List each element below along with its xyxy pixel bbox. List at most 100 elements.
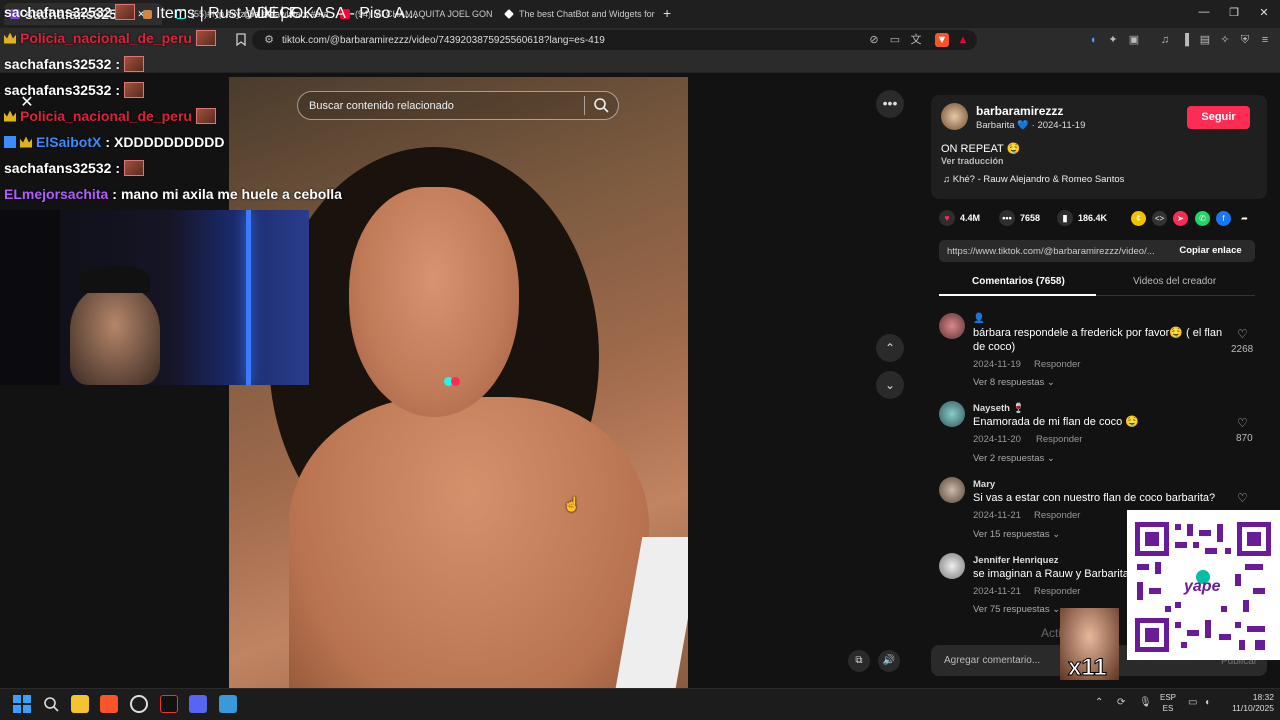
minimize-button[interactable]: — (1196, 6, 1212, 18)
site-settings-icon[interactable]: ⚙ (262, 33, 276, 47)
language-indicator[interactable]: ESP ES (1157, 692, 1179, 714)
reply-button[interactable]: Responder (1036, 434, 1082, 445)
tracking-icon[interactable]: ⊘ (867, 33, 881, 47)
system-clock[interactable]: 18:32 11/10/2025 (1222, 692, 1274, 714)
obs-icon[interactable] (130, 695, 148, 713)
close-window-button[interactable]: ✕ (1256, 6, 1272, 19)
comment-date: 2024-11-21 (973, 510, 1021, 521)
comment-date: 2024-11-21 (973, 586, 1021, 597)
cast-icon[interactable]: ▭ (888, 33, 902, 47)
view-replies-button[interactable]: Ver 75 respuestas ⌄ (973, 604, 1060, 615)
view-replies-button[interactable]: Ver 8 respuestas ⌄ (973, 377, 1055, 388)
menu-icon[interactable]: ≡ (1258, 33, 1272, 47)
comment-like-icon[interactable]: ♡ (1237, 416, 1248, 430)
creator-avatar[interactable] (941, 103, 968, 130)
wallet-icon[interactable]: ▤ (1198, 33, 1212, 47)
brave-browser-icon[interactable] (100, 695, 118, 713)
tray-sync-icon[interactable]: ⟳ (1117, 697, 1125, 708)
chat-line: ELmejorsachita : mano mi axila me huele … (4, 186, 342, 202)
float-player-icon[interactable]: ⧉ (848, 650, 870, 672)
comment-icon: ••• (999, 210, 1015, 226)
app-f-icon[interactable] (219, 695, 237, 713)
chat-emote (124, 82, 145, 98)
creator-username[interactable]: barbaramirezzz (976, 104, 1063, 118)
embed-icon[interactable]: <> (1152, 211, 1167, 226)
next-video-button[interactable]: ⌄ (876, 371, 904, 399)
follow-button[interactable]: Seguir (1187, 106, 1250, 129)
coin-share-icon[interactable]: ¢ (1131, 211, 1146, 226)
tray-expand-icon[interactable]: ⌃ (1095, 697, 1103, 708)
comment-avatar[interactable] (939, 313, 965, 339)
more-options-button[interactable]: ••• (876, 90, 904, 118)
tab-comments[interactable]: Comentarios (7658) (972, 276, 1065, 287)
comment-avatar[interactable] (939, 477, 965, 503)
music-icon[interactable]: ♫ (1158, 33, 1172, 47)
reply-button[interactable]: Responder (1034, 510, 1080, 521)
comment-author[interactable]: Mary (973, 479, 995, 490)
rust-favicon-icon (143, 9, 152, 19)
tab-creator-videos[interactable]: Videos del creador (1133, 276, 1216, 287)
speaker-icon[interactable]: ◖ (1204, 697, 1210, 708)
video-subject-body (289, 397, 649, 688)
comment-author[interactable]: Jennifer Henriquez (973, 555, 1059, 566)
audio-icon[interactable]: ◖ (1086, 33, 1100, 47)
mouse-cursor-icon: ☝ (563, 496, 581, 512)
volume-icon[interactable]: 🔊 (878, 650, 900, 672)
vpn-icon[interactable]: ⛨ (1238, 33, 1252, 47)
search-icon[interactable] (42, 695, 60, 713)
file-explorer-icon[interactable] (71, 695, 89, 713)
bookmark-icon[interactable] (234, 33, 248, 47)
tab-chatbot[interactable]: The best ChatBot and Widgets for Ki (498, 3, 656, 25)
bookmarks-bar (0, 53, 1280, 73)
discord-icon[interactable] (189, 695, 207, 713)
view-replies-button[interactable]: Ver 15 respuestas ⌄ (973, 529, 1060, 540)
comment-avatar[interactable] (939, 401, 965, 427)
microphone-icon[interactable]: 🎙 (1139, 697, 1152, 708)
save-stat[interactable]: ▮ 186.4K (1057, 208, 1107, 228)
reply-button[interactable]: Responder (1034, 359, 1080, 370)
extensions-icon[interactable]: ✦ (1106, 33, 1120, 47)
windows-start-icon[interactable] (13, 695, 31, 713)
leo-icon[interactable]: ✧ (1218, 33, 1232, 47)
restore-button[interactable]: ❐ (1226, 6, 1242, 19)
new-tab-button[interactable]: + (663, 5, 671, 21)
related-search-input[interactable]: Buscar contenido relacionado (297, 91, 619, 120)
comment-author[interactable]: Nayseth 🍷 (973, 403, 1024, 414)
send-icon[interactable]: ➤ (1173, 211, 1188, 226)
search-icon[interactable] (593, 97, 609, 113)
chat-line: ElSaibotX : XDDDDDDDDDD (4, 134, 224, 150)
comment-date: 2024-11-20 (973, 434, 1021, 445)
copy-link-button[interactable]: Copiar enlace (1166, 240, 1255, 262)
translate-icon[interactable]: 文 (909, 33, 923, 47)
brave-rewards-icon[interactable]: ▲ (956, 33, 970, 47)
comment-stat[interactable]: ••• 7658 (999, 208, 1040, 228)
view-replies-button[interactable]: Ver 2 respuestas ⌄ (973, 453, 1055, 464)
reply-button[interactable]: Responder (1034, 586, 1080, 597)
network-icon[interactable]: ▭ (1188, 697, 1197, 708)
yape-logo: yape (1184, 578, 1221, 595)
comment-author[interactable]: 👤 (973, 313, 985, 324)
translate-link[interactable]: Ver traducción (941, 156, 1004, 166)
comment-like-count: 2268 (1231, 344, 1254, 355)
screenshot-icon[interactable]: ▣ (1127, 33, 1141, 47)
share-arrow-icon[interactable]: ➦ (1237, 211, 1252, 226)
facebook-icon[interactable]: f (1216, 211, 1231, 226)
sub-badge-icon (4, 136, 16, 148)
comment-text: Si vas a estar con nuestro flan de coco … (973, 492, 1216, 504)
like-stat[interactable]: ♥ 4.4M (939, 208, 980, 228)
chat-emote (115, 4, 136, 20)
music-link[interactable]: ♫ Khé? - Rauw Alejandro & Romeo Santos (943, 174, 1124, 185)
search-divider (584, 96, 585, 115)
comment-like-icon[interactable]: ♡ (1237, 327, 1248, 341)
comment-text: Enamorada de mi flan de coco 🤤 (973, 416, 1139, 428)
chat-line: Policia_nacional_de_peru (4, 108, 216, 124)
bookmark-decokasa[interactable]: DECOKASA - Piso A... (244, 5, 418, 23)
whatsapp-icon[interactable]: ✆ (1195, 211, 1210, 226)
brave-shield-icon[interactable]: ▼ (935, 33, 949, 47)
kick-icon[interactable] (160, 695, 178, 713)
previous-video-button[interactable]: ⌃ (876, 334, 904, 362)
creator-subtitle: Barbarita 💙 · 2024-11-19 (976, 120, 1086, 131)
comment-avatar[interactable] (939, 553, 965, 579)
comment-like-icon[interactable]: ♡ (1237, 491, 1248, 505)
sidebar-icon[interactable]: ▐ (1178, 33, 1192, 47)
